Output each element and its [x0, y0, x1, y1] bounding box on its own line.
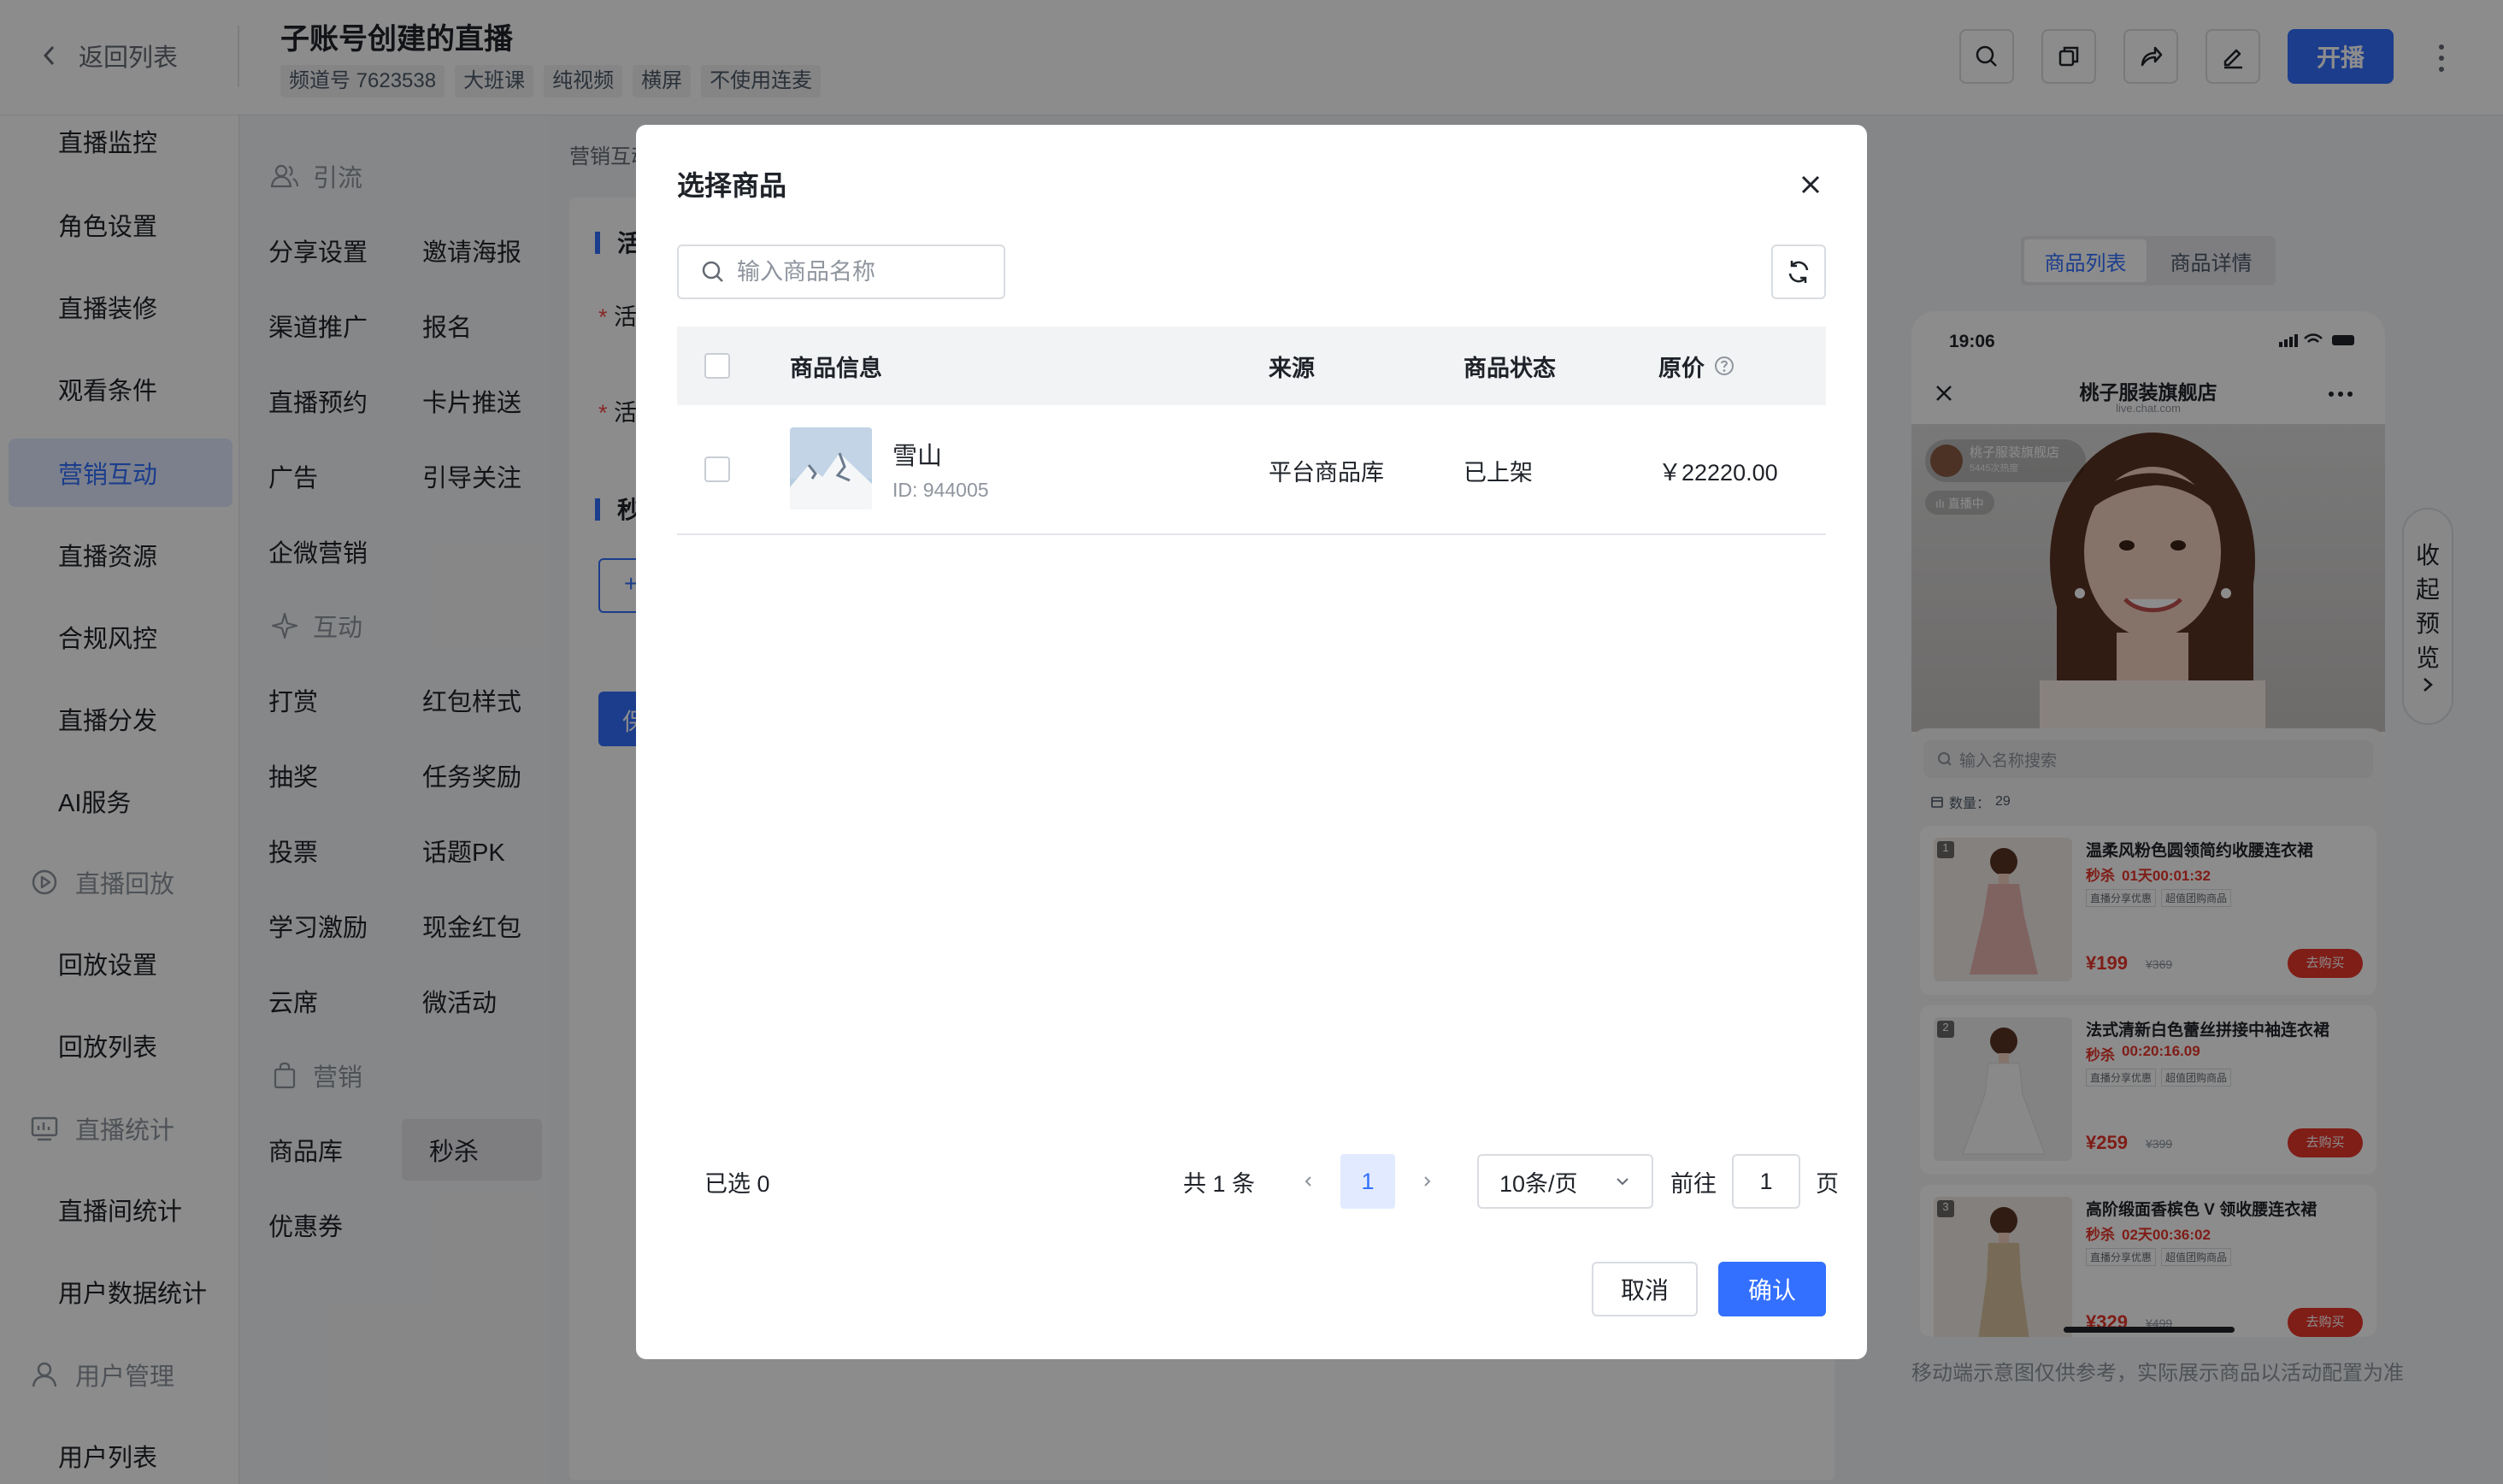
- page-button-current[interactable]: 1: [1340, 1154, 1395, 1209]
- refresh-button[interactable]: [1771, 244, 1826, 299]
- column-header-price: 原价: [1658, 327, 1735, 405]
- column-header-source: 来源: [1269, 355, 1315, 381]
- chevron-right-icon: [1424, 1176, 1431, 1187]
- page-size-select[interactable]: 10条/页: [1477, 1154, 1653, 1209]
- close-icon[interactable]: [1793, 168, 1828, 202]
- product-source: 平台商品库: [1269, 459, 1384, 486]
- total-count: 共 1 条: [1183, 1170, 1256, 1197]
- table-header: 商品信息 来源 商品状态 原价: [677, 327, 1826, 405]
- select-product-dialog: 选择商品 商品信息 来源 商品状态 原价 雪山 ID: 944005 平台商品库…: [636, 125, 1867, 1359]
- prev-page-button[interactable]: [1291, 1154, 1325, 1209]
- select-all-checkbox[interactable]: [704, 353, 730, 379]
- product-price: ￥22220.00: [1658, 459, 1778, 486]
- table-row[interactable]: 雪山 ID: 944005 平台商品库 已上架 ￥22220.00: [677, 405, 1826, 535]
- product-status: 已上架: [1464, 459, 1533, 486]
- search-icon: [702, 261, 723, 282]
- product-search-input[interactable]: [737, 258, 993, 286]
- product-name: 雪山: [892, 443, 943, 470]
- product-id: ID: 944005: [892, 479, 989, 501]
- help-icon[interactable]: [1713, 355, 1735, 377]
- next-page-button[interactable]: [1411, 1154, 1445, 1209]
- column-header-info: 商品信息: [790, 355, 882, 381]
- selected-count: 已选 0: [704, 1170, 770, 1197]
- pagination: 已选 0 共 1 条 1 10条/页 前往 1 页: [677, 1154, 1839, 1209]
- chevron-down-icon: [1617, 1178, 1628, 1186]
- product-thumbnail: [790, 427, 872, 509]
- snow-mountain-image: [790, 427, 872, 509]
- dialog-title: 选择商品: [677, 170, 787, 201]
- goto-label: 前往: [1670, 1170, 1717, 1197]
- column-header-status: 商品状态: [1464, 355, 1556, 381]
- refresh-icon: [1788, 261, 1809, 283]
- page-suffix: 页: [1816, 1170, 1839, 1197]
- product-search-field: [677, 244, 1005, 299]
- confirm-button[interactable]: 确认: [1718, 1262, 1826, 1316]
- chevron-left-icon: [1305, 1176, 1311, 1187]
- row-checkbox[interactable]: [704, 456, 730, 482]
- goto-page-input[interactable]: 1: [1732, 1154, 1800, 1209]
- cancel-button[interactable]: 取消: [1592, 1262, 1698, 1316]
